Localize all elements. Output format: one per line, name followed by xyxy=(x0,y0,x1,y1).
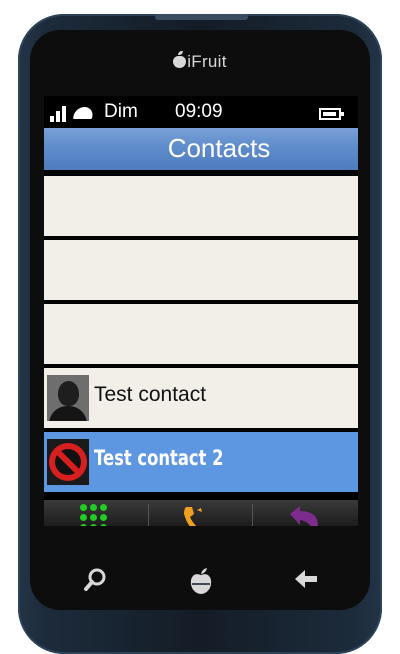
phone-icon xyxy=(184,507,205,526)
home-button[interactable] xyxy=(181,566,221,596)
contact-name: Test contact 2 xyxy=(94,446,224,470)
call-button[interactable] xyxy=(148,500,252,526)
battery-icon xyxy=(319,108,344,120)
signal-strength-icon xyxy=(50,106,70,122)
clock: 09:09 xyxy=(175,101,223,122)
contact-row[interactable] xyxy=(44,176,358,236)
back-action-button[interactable] xyxy=(252,500,356,526)
contact-row[interactable]: Test contact 2 xyxy=(44,432,358,492)
phone-screen: Dim 09:09 Contacts Test contact Test cont… xyxy=(44,96,358,526)
operator-name: Dim xyxy=(104,101,138,122)
action-bar xyxy=(44,500,358,526)
page-title: Contacts xyxy=(167,133,271,163)
blocked-icon xyxy=(47,439,89,485)
back-arrow-icon xyxy=(290,506,318,526)
contact-row[interactable]: Test contact xyxy=(44,368,358,428)
back-button[interactable] xyxy=(286,566,326,596)
phone-speaker xyxy=(155,14,248,20)
search-icon xyxy=(84,568,106,591)
brand-logo: iFruit xyxy=(0,51,400,72)
status-bar: Dim 09:09 xyxy=(44,96,358,128)
contact-row[interactable] xyxy=(44,304,358,364)
brand-name: iFruit xyxy=(187,52,227,71)
battery-level xyxy=(323,112,336,116)
search-button[interactable] xyxy=(76,566,116,596)
home-fruit-icon xyxy=(190,568,212,594)
contact-name: Test contact xyxy=(94,383,207,406)
dialpad-button[interactable] xyxy=(44,500,148,526)
contact-row[interactable] xyxy=(44,240,358,300)
keypad-icon xyxy=(80,504,110,526)
back-icon xyxy=(295,570,317,588)
silhouette-icon xyxy=(47,375,89,421)
hardware-buttons xyxy=(44,526,358,600)
app-title-bar: Contacts xyxy=(44,128,358,170)
fruit-logo-icon xyxy=(173,51,187,68)
network-icon xyxy=(72,107,95,119)
